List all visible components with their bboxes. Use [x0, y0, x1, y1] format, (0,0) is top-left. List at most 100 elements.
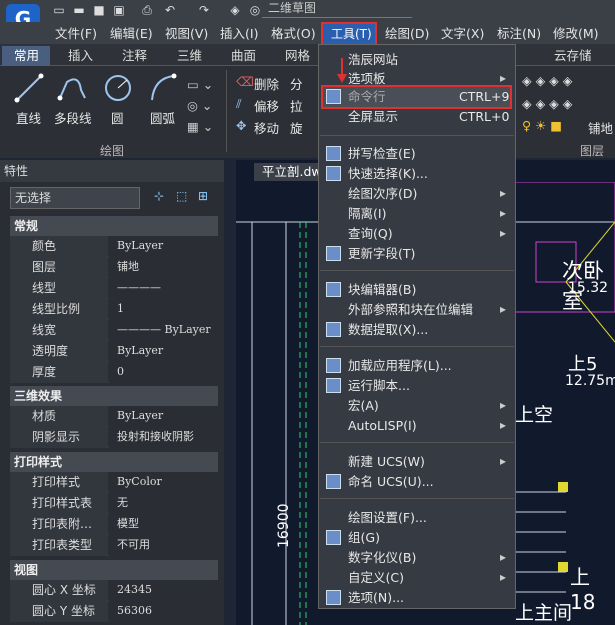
menu-item[interactable]: 命名 UCS(U)...	[348, 472, 434, 491]
polyline-tool-icon[interactable]	[57, 72, 87, 104]
menu-item[interactable]: 查询(Q)	[348, 224, 393, 243]
save-as-icon[interactable]: ▣	[112, 2, 126, 18]
copy-tool[interactable]: 分	[290, 74, 303, 93]
menu-item[interactable]: 运行脚本...	[348, 376, 410, 395]
new-file-icon[interactable]: ▭	[52, 2, 66, 18]
menu-item[interactable]: 宏(A)	[348, 396, 379, 415]
layer-tools-2-icon[interactable]: ◈ ◈ ◈ ◈	[522, 96, 572, 111]
rectangle-tool-icon[interactable]: ▭ ⌄	[187, 77, 213, 92]
menu-text[interactable]: 文字(X)	[441, 24, 484, 43]
hatch-tool-icon[interactable]: ▦ ⌄	[187, 119, 213, 134]
tab-common[interactable]: 常用	[2, 46, 50, 66]
menu-item[interactable]: 加载应用程序(L)...	[348, 356, 452, 375]
prop-row[interactable]: 圆心 X 坐标 24345	[10, 580, 218, 601]
prop-value[interactable]: 24345	[109, 580, 218, 601]
menu-item[interactable]: 快速选择(K)...	[348, 164, 428, 183]
offset-tool[interactable]: 偏移	[254, 96, 279, 115]
menu-item[interactable]: 绘图次序(D)	[348, 184, 417, 203]
prop-row[interactable]: 图层 铺地	[10, 257, 218, 278]
pickadd-icon[interactable]: ⊞	[198, 189, 208, 203]
tab-insert[interactable]: 插入	[68, 46, 93, 66]
prop-value[interactable]: 无	[109, 493, 218, 514]
layer-state-icon[interactable]: ♀ ☀ ■	[522, 118, 562, 133]
tab-mesh[interactable]: 网格	[285, 46, 310, 66]
prop-value[interactable]: ———— ByLayer	[109, 320, 218, 341]
menu-draw[interactable]: 绘图(D)	[385, 24, 429, 43]
prop-value[interactable]: ———— BYLAYER	[109, 278, 218, 314]
rotate-tool[interactable]: 旋	[290, 118, 303, 137]
menu-item[interactable]: 新建 UCS(W)	[348, 452, 425, 471]
section-3d-effects[interactable]: 三维效果	[10, 386, 218, 406]
prop-row[interactable]: 透明度 ByLayer	[10, 341, 218, 362]
select-objects-icon[interactable]: ⬚	[176, 189, 187, 203]
section-view[interactable]: 视图	[10, 560, 218, 580]
prop-value[interactable]: ByLayer	[109, 406, 218, 427]
prop-row[interactable]: 线宽 ———— ByLayer	[10, 320, 218, 341]
open-file-icon[interactable]: ▬	[72, 2, 86, 18]
selection-dropdown[interactable]: 无选择	[10, 187, 140, 209]
prop-row[interactable]: 圆心 Y 坐标 56306	[10, 601, 218, 622]
prop-row[interactable]: 阴影显示 投射和接收阴影	[10, 427, 218, 448]
prop-row[interactable]: 打印表附… 模型	[10, 514, 218, 535]
menu-item[interactable]: 命令行	[348, 87, 386, 106]
menu-item[interactable]: 组(G)	[348, 528, 380, 547]
arc-tool-icon[interactable]	[148, 72, 178, 104]
prop-value[interactable]: 投射和接收阴影	[109, 427, 218, 448]
layers-icon[interactable]: ◈	[228, 2, 242, 18]
menu-format[interactable]: 格式(O)	[271, 24, 316, 43]
menu-view[interactable]: 视图(V)	[165, 24, 208, 43]
line-tool-icon[interactable]	[14, 72, 44, 104]
tab-cloud[interactable]: 云存储	[554, 46, 592, 66]
prop-value[interactable]: ByColor	[109, 472, 218, 493]
menu-modify[interactable]: 修改(M)	[553, 24, 599, 43]
prop-value[interactable]: 模型	[109, 514, 218, 535]
menu-item[interactable]: AutoLISP(I)	[348, 416, 417, 435]
menu-file[interactable]: 文件(F)	[55, 24, 97, 43]
prop-row[interactable]: 打印样式 ByColor	[10, 472, 218, 493]
prop-row[interactable]: 厚度 0	[10, 362, 218, 383]
menu-item[interactable]: 绘图设置(F)...	[348, 508, 427, 527]
prop-row[interactable]: 材质 ByLayer	[10, 406, 218, 427]
prop-value[interactable]: 0	[109, 362, 218, 383]
ellipse-tool-icon[interactable]: ◎ ⌄	[187, 98, 212, 113]
circle-tool-icon[interactable]	[103, 72, 133, 104]
prop-row[interactable]: 线型———— BYLAYER	[10, 278, 218, 314]
delete-tool[interactable]: 删除	[254, 74, 279, 93]
menu-item[interactable]: 数字化仪(B)	[348, 548, 416, 567]
prop-row[interactable]: 线型比例 1	[10, 299, 218, 320]
tab-surface[interactable]: 曲面	[231, 46, 256, 66]
move-tool[interactable]: 移动	[254, 118, 279, 137]
prop-row[interactable]: 打印样式表无	[10, 493, 218, 514]
tab-annotate[interactable]: 注释	[122, 46, 147, 66]
menu-item[interactable]: 全屏显示	[348, 107, 398, 126]
menu-insert[interactable]: 插入(I)	[220, 24, 258, 43]
layer-tools-icon[interactable]: ◈ ◈ ◈ ◈	[522, 73, 572, 88]
prop-value[interactable]: 不可用	[109, 535, 218, 556]
section-general[interactable]: 常规	[10, 216, 218, 236]
menu-item[interactable]: 浩辰网站	[348, 50, 398, 69]
prop-row[interactable]: 颜色 ByLayer	[10, 236, 218, 257]
quick-select-icon[interactable]: ⊹	[154, 189, 164, 203]
prop-value[interactable]: ByLayer	[109, 236, 218, 257]
menu-edit[interactable]: 编辑(E)	[110, 24, 153, 43]
menu-item[interactable]: 选项(N)...	[348, 588, 404, 607]
help-icon[interactable]: ◎	[248, 2, 262, 18]
menu-dimension[interactable]: 标注(N)	[497, 24, 541, 43]
document-tab[interactable]: 平立剖.dw	[254, 163, 324, 181]
section-print-style[interactable]: 打印样式	[10, 452, 218, 472]
current-layer-name[interactable]: 铺地	[588, 118, 613, 137]
prop-value[interactable]: ByLayer	[109, 341, 218, 362]
undo-icon[interactable]: ↶	[163, 2, 177, 18]
menu-item[interactable]: 隔离(I)	[348, 204, 386, 223]
tab-3d[interactable]: 三维	[177, 46, 202, 66]
menu-item[interactable]: 选项板	[348, 69, 386, 88]
menu-item[interactable]: 块编辑器(B)	[348, 280, 416, 299]
menu-item[interactable]: 外部参照和块在位编辑	[348, 300, 473, 319]
save-icon[interactable]: ■	[92, 2, 106, 18]
redo-icon[interactable]: ↷	[197, 2, 211, 18]
menu-item[interactable]: 数据提取(X)...	[348, 320, 428, 339]
workspace-select[interactable]: 二维草图	[262, 0, 412, 18]
stretch-tool[interactable]: 拉	[290, 96, 303, 115]
menu-item[interactable]: 更新字段(T)	[348, 244, 415, 263]
prop-value[interactable]: 1	[109, 299, 218, 320]
